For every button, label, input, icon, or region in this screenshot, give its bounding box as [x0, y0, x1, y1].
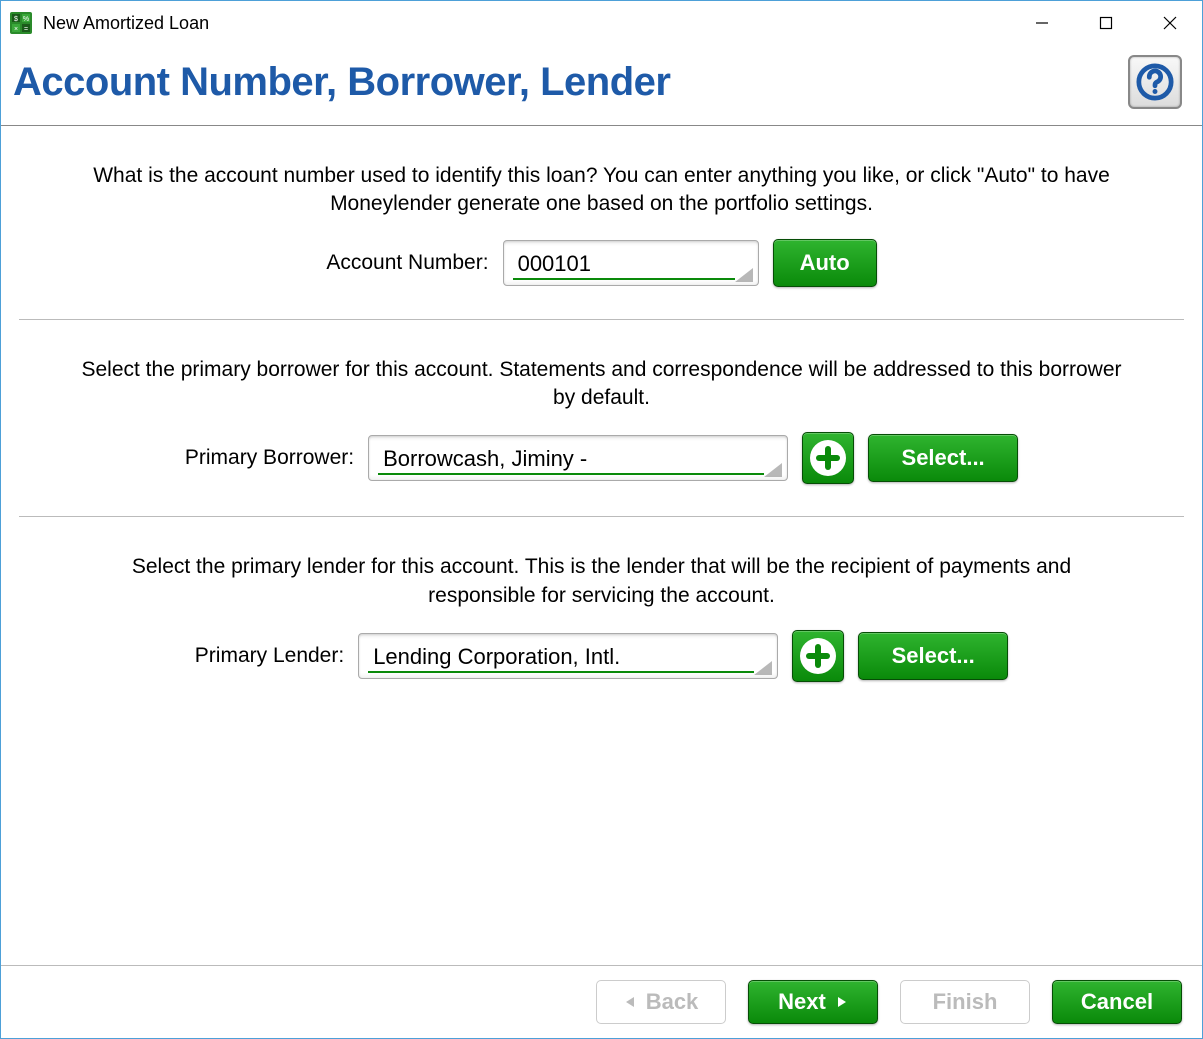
- select-lender-button[interactable]: Select...: [858, 632, 1008, 680]
- account-number-section: What is the account number used to ident…: [19, 126, 1184, 319]
- account-number-description: What is the account number used to ident…: [77, 162, 1127, 219]
- window-controls: [1010, 1, 1202, 45]
- triangle-right-icon: [834, 995, 848, 1009]
- lender-section: Select the primary lender for this accou…: [19, 517, 1184, 714]
- back-label: Back: [646, 989, 699, 1015]
- input-underline: [513, 278, 735, 280]
- maximize-button[interactable]: [1074, 1, 1138, 45]
- close-button[interactable]: [1138, 1, 1202, 45]
- input-underline: [368, 671, 754, 673]
- minimize-icon: [1035, 16, 1049, 30]
- svg-text:$: $: [14, 16, 18, 23]
- wizard-footer: Back Next Finish Cancel: [1, 965, 1202, 1038]
- add-lender-button[interactable]: [792, 630, 844, 682]
- svg-text:%: %: [23, 16, 29, 23]
- lender-input-wrapper: [358, 633, 778, 679]
- add-borrower-button[interactable]: [802, 432, 854, 484]
- minimize-button[interactable]: [1010, 1, 1074, 45]
- content-area: What is the account number used to ident…: [1, 126, 1202, 965]
- input-resize-icon: [764, 463, 782, 477]
- borrower-label: Primary Borrower:: [185, 446, 354, 470]
- dialog-window: $ % × = New Amortized Loan Account: [0, 0, 1203, 1039]
- help-icon: [1136, 62, 1174, 102]
- triangle-left-icon: [624, 995, 638, 1009]
- help-button[interactable]: [1128, 55, 1182, 109]
- window-title: New Amortized Loan: [43, 13, 209, 34]
- borrower-input-wrapper: [368, 435, 788, 481]
- titlebar: $ % × = New Amortized Loan: [1, 1, 1202, 45]
- account-number-input-wrapper: [503, 240, 759, 286]
- cancel-button[interactable]: Cancel: [1052, 980, 1182, 1024]
- cancel-label: Cancel: [1081, 989, 1153, 1015]
- finish-button[interactable]: Finish: [900, 980, 1030, 1024]
- borrower-section: Select the primary borrower for this acc…: [19, 320, 1184, 517]
- page-header: Account Number, Borrower, Lender: [1, 45, 1202, 125]
- finish-label: Finish: [933, 989, 998, 1015]
- maximize-icon: [1099, 16, 1113, 30]
- input-underline: [378, 473, 764, 475]
- lender-label: Primary Lender:: [195, 644, 344, 668]
- input-resize-icon: [735, 268, 753, 282]
- input-resize-icon: [754, 661, 772, 675]
- next-button[interactable]: Next: [748, 980, 878, 1024]
- svg-text:×: ×: [14, 26, 18, 33]
- app-icon: $ % × =: [9, 11, 33, 35]
- page-title: Account Number, Borrower, Lender: [13, 60, 1128, 105]
- next-label: Next: [778, 989, 826, 1015]
- plus-icon: [810, 440, 846, 476]
- svg-text:=: =: [24, 26, 28, 33]
- borrower-row: Primary Borrower: Select...: [19, 432, 1184, 484]
- close-icon: [1162, 15, 1178, 31]
- lender-description: Select the primary lender for this accou…: [77, 553, 1127, 610]
- select-borrower-button[interactable]: Select...: [868, 434, 1018, 482]
- back-button[interactable]: Back: [596, 980, 726, 1024]
- account-number-row: Account Number: Auto: [19, 239, 1184, 287]
- account-number-label: Account Number:: [326, 251, 488, 275]
- plus-icon: [800, 638, 836, 674]
- borrower-description: Select the primary borrower for this acc…: [77, 356, 1127, 413]
- auto-button[interactable]: Auto: [773, 239, 877, 287]
- lender-row: Primary Lender: Select...: [19, 630, 1184, 682]
